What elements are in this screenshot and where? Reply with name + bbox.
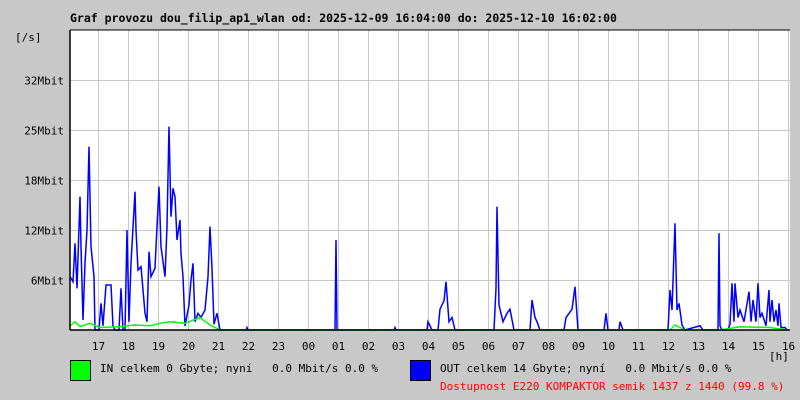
y-tick-labels: 6Mbit 12Mbit 18Mbit 25Mbit 32Mbit <box>24 75 64 288</box>
x-tick-label: 04 <box>422 340 436 353</box>
x-tick-label: 13 <box>692 340 705 353</box>
x-tick-label: 22 <box>242 340 255 353</box>
chart-svg: Graf provozu dou_filip_ap1_wlan od: 2025… <box>15 11 795 393</box>
legend-out-label: OUT celkem 14 Gbyte; nyní 0.0 Mbit/s 0.0… <box>440 362 732 375</box>
x-tick-label: 09 <box>572 340 585 353</box>
availability-label: Dostupnost E220 KOMPAKTOR semik 1437 z 1… <box>440 380 784 393</box>
x-tick-label: 20 <box>182 340 195 353</box>
x-tick-label: 17 <box>92 340 105 353</box>
x-tick-label: 16 <box>782 340 795 353</box>
x-tick-label: 06 <box>482 340 495 353</box>
x-tick-label: 19 <box>152 340 165 353</box>
chart-title: Graf provozu dou_filip_ap1_wlan od: 2025… <box>70 11 617 26</box>
x-tick-label: 21 <box>212 340 225 353</box>
traffic-graph: Graf provozu dou_filip_ap1_wlan od: 2025… <box>0 0 800 400</box>
y-tick-label: 18Mbit <box>24 175 64 188</box>
legend-out-swatch <box>410 360 431 381</box>
x-tick-label: 05 <box>452 340 465 353</box>
x-tick-label: 03 <box>392 340 405 353</box>
x-tick-label: 02 <box>362 340 375 353</box>
legend-in-label: IN celkem 0 Gbyte; nyní 0.0 Mbit/s 0.0 % <box>100 362 379 375</box>
x-tick-label: 10 <box>602 340 615 353</box>
x-tick-label: 00 <box>302 340 315 353</box>
y-tick-label: 25Mbit <box>24 125 64 138</box>
x-tick-label: 07 <box>512 340 525 353</box>
x-tick-labels: 17 18 19 20 21 22 23 00 01 02 03 04 05 06 07 08 09 10 11 12… <box>92 340 795 353</box>
y-tick-label: 12Mbit <box>24 225 64 238</box>
legend-in-swatch <box>70 360 91 381</box>
x-tick-label: 15 <box>752 340 765 353</box>
y-axis-unit: [/s] <box>15 31 42 44</box>
x-tick-label: 14 <box>722 340 736 353</box>
x-tick-label: 11 <box>632 340 645 353</box>
x-tick-label: 01 <box>332 340 345 353</box>
x-tick-label: 12 <box>662 340 675 353</box>
y-tick-label: 32Mbit <box>24 75 64 88</box>
x-tick-label: 18 <box>122 340 135 353</box>
x-tick-label: 23 <box>272 340 285 353</box>
y-tick-label: 6Mbit <box>31 275 64 288</box>
x-tick-label: 08 <box>542 340 555 353</box>
